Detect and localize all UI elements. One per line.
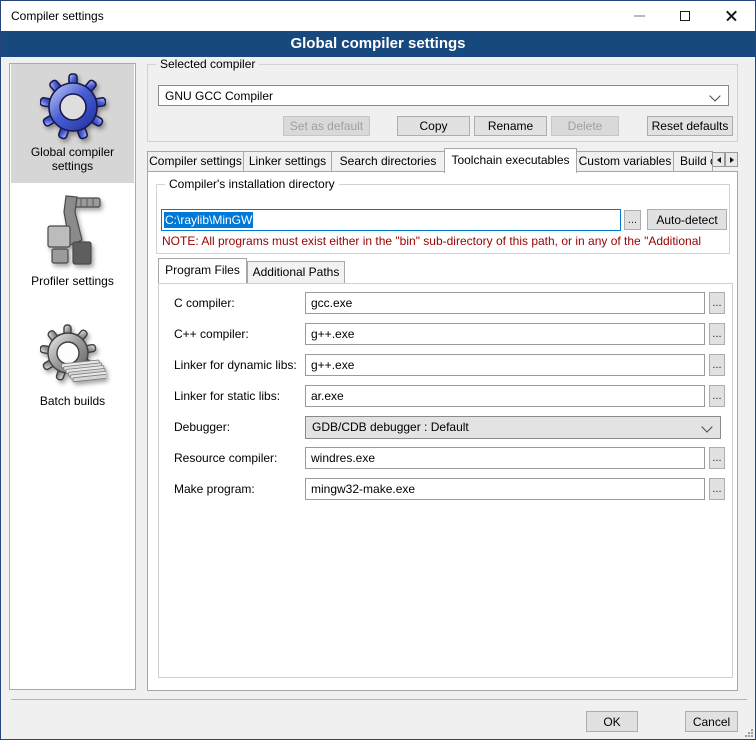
static-linker-input[interactable]: ar.exe	[305, 385, 705, 407]
set-as-default-button[interactable]: Set as default	[283, 116, 370, 136]
resource-compiler-browse-button[interactable]: ...	[709, 447, 725, 469]
chevron-down-icon	[709, 90, 720, 101]
dynamic-linker-input[interactable]: g++.exe	[305, 354, 705, 376]
rename-button[interactable]: Rename	[474, 116, 547, 136]
subtab-program-files[interactable]: Program Files	[158, 258, 247, 283]
settings-category-list: Global compiler settings Profiler settin…	[9, 63, 136, 690]
form-row: Linker for dynamic libs: g++.exe ...	[174, 354, 722, 376]
chevron-down-icon	[701, 421, 712, 432]
group-label: Selected compiler	[156, 57, 259, 71]
close-icon	[725, 9, 738, 22]
installation-directory-group: Compiler's installation directory C:\ray…	[156, 184, 730, 254]
delete-button[interactable]: Delete	[551, 116, 619, 136]
compiler-settings-dialog: Compiler settings Global compiler settin…	[0, 0, 756, 740]
installation-directory-value: C:\raylib\MinGW	[164, 212, 253, 228]
program-files-page: C compiler: gcc.exe ... C++ compiler: g+…	[158, 283, 733, 678]
resource-compiler-input[interactable]: windres.exe	[305, 447, 705, 469]
caliper-icon	[40, 192, 106, 274]
maximize-button[interactable]	[662, 1, 708, 30]
form-row: C compiler: gcc.exe ...	[174, 292, 722, 314]
make-program-label: Make program:	[174, 478, 255, 500]
arrow-right-icon	[730, 157, 734, 163]
reset-defaults-button[interactable]: Reset defaults	[647, 116, 733, 136]
make-program-input[interactable]: mingw32-make.exe	[305, 478, 705, 500]
ok-button[interactable]: OK	[586, 711, 638, 732]
sidebar-item-profiler-settings[interactable]: Profiler settings	[11, 189, 134, 301]
cpp-compiler-label: C++ compiler:	[174, 323, 249, 345]
title-bar[interactable]: Compiler settings	[1, 1, 755, 31]
selected-compiler-group: Selected compiler GNU GCC Compiler Set a…	[147, 64, 738, 142]
sidebar-item-global-compiler-settings[interactable]: Global compiler settings	[11, 64, 134, 183]
make-program-browse-button[interactable]: ...	[709, 478, 725, 500]
minimize-button[interactable]	[616, 1, 662, 30]
sidebar-item-label: Global compiler	[31, 145, 114, 159]
toolchain-executables-page: Compiler's installation directory C:\ray…	[147, 171, 738, 691]
minimize-icon	[634, 15, 645, 17]
resource-compiler-label: Resource compiler:	[174, 447, 277, 469]
c-compiler-input[interactable]: gcc.exe	[305, 292, 705, 314]
auto-detect-button[interactable]: Auto-detect	[647, 209, 727, 230]
tab-build-options[interactable]: Build options	[673, 151, 713, 171]
cpp-compiler-browse-button[interactable]: ...	[709, 323, 725, 345]
dialog-header: Global compiler settings	[1, 31, 755, 57]
tab-toolchain-executables[interactable]: Toolchain executables	[444, 148, 577, 173]
window-title: Compiler settings	[11, 1, 104, 31]
browse-directory-button[interactable]: ...	[624, 210, 641, 230]
tab-custom-variables[interactable]: Custom variables	[576, 151, 674, 171]
tab-scroll-left-button[interactable]	[712, 152, 725, 167]
cpp-compiler-input[interactable]: g++.exe	[305, 323, 705, 345]
footer-divider	[11, 699, 747, 700]
compiler-select[interactable]: GNU GCC Compiler	[158, 85, 729, 106]
form-row: Debugger: GDB/CDB debugger : Default	[174, 416, 722, 438]
debugger-label: Debugger:	[174, 416, 230, 438]
sidebar-item-batch-builds[interactable]: Batch builds	[11, 322, 134, 422]
directory-note: NOTE: All programs must exist either in …	[162, 234, 728, 249]
c-compiler-label: C compiler:	[174, 292, 235, 314]
group-label: Compiler's installation directory	[165, 177, 339, 191]
sidebar-item-label: settings	[31, 159, 114, 173]
installation-directory-input[interactable]: C:\raylib\MinGW	[161, 209, 621, 231]
sidebar-item-label: Profiler settings	[31, 274, 114, 288]
tab-linker-settings[interactable]: Linker settings	[243, 151, 332, 171]
sidebar-item-label: Batch builds	[40, 394, 105, 408]
static-linker-browse-button[interactable]: ...	[709, 385, 725, 407]
arrow-left-icon	[717, 157, 721, 163]
debugger-select[interactable]: GDB/CDB debugger : Default	[305, 416, 721, 439]
copy-button[interactable]: Copy	[397, 116, 470, 136]
gray-gear-stack-icon	[40, 324, 106, 394]
close-button[interactable]	[708, 1, 754, 30]
blue-gear-icon	[40, 73, 106, 145]
form-row: Linker for static libs: ar.exe ...	[174, 385, 722, 407]
tab-search-directories[interactable]: Search directories	[331, 151, 445, 171]
dynamic-linker-browse-button[interactable]: ...	[709, 354, 725, 376]
maximize-icon	[680, 11, 690, 21]
static-linker-label: Linker for static libs:	[174, 385, 280, 407]
dynamic-linker-label: Linker for dynamic libs:	[174, 354, 297, 376]
debugger-select-value: GDB/CDB debugger : Default	[312, 417, 469, 438]
c-compiler-browse-button[interactable]: ...	[709, 292, 725, 314]
resize-grip[interactable]	[745, 729, 753, 737]
form-row: Make program: mingw32-make.exe ...	[174, 478, 722, 500]
tab-scroll-right-button[interactable]	[725, 152, 738, 167]
form-row: Resource compiler: windres.exe ...	[174, 447, 722, 469]
tab-compiler-settings[interactable]: Compiler settings	[147, 151, 244, 171]
subtab-additional-paths[interactable]: Additional Paths	[247, 261, 345, 283]
cancel-button[interactable]: Cancel	[685, 711, 738, 732]
form-row: C++ compiler: g++.exe ...	[174, 323, 722, 345]
compiler-select-value: GNU GCC Compiler	[165, 89, 273, 103]
